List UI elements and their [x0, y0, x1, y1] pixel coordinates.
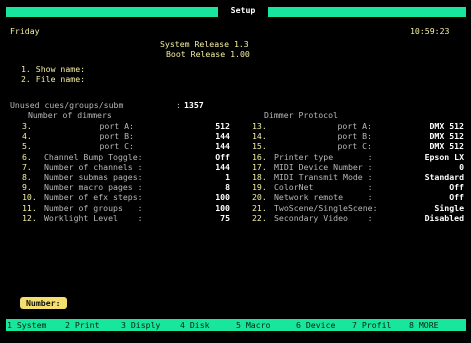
unused-separator: : — [176, 100, 181, 110]
right-row-label[interactable]: TwoScene/SingleScene: — [274, 203, 378, 213]
function-key-5[interactable]: 5 Macro — [235, 320, 272, 330]
function-key-2[interactable]: 2 Print — [64, 320, 101, 330]
right-row-number[interactable]: 20. — [252, 192, 267, 202]
right-row-value[interactable]: Off — [424, 182, 464, 192]
right-row-label[interactable]: port C: — [274, 141, 372, 151]
left-row-number[interactable]: 6. — [22, 152, 32, 162]
right-row-number[interactable]: 18. — [252, 172, 267, 182]
left-row-label[interactable]: Channel Bump Toggle: — [44, 152, 143, 162]
right-row-label[interactable]: port A: — [274, 121, 372, 131]
right-row-number[interactable]: 16. — [252, 152, 267, 162]
left-row-number[interactable]: 5. — [22, 141, 32, 151]
left-row-number[interactable]: 3. — [22, 121, 32, 131]
left-row-label[interactable]: port A: — [44, 121, 134, 131]
left-row-value[interactable]: 100 — [190, 192, 230, 202]
left-row-value[interactable]: 144 — [190, 141, 230, 151]
dimmer-protocol-heading: Dimmer Protocol — [264, 110, 338, 120]
right-row-label[interactable]: port B: — [274, 131, 372, 141]
left-row-value[interactable]: 100 — [190, 203, 230, 213]
title-bar-left-segment — [6, 7, 218, 17]
left-row-number[interactable]: 12. — [22, 213, 37, 223]
right-row-label[interactable]: Network remote : — [274, 192, 373, 202]
function-key-label: Device — [305, 320, 336, 330]
right-row-value[interactable]: Disabled — [424, 213, 464, 223]
right-row-number[interactable]: 13. — [252, 121, 267, 131]
function-key-label: Disk — [189, 320, 210, 330]
left-row-value[interactable]: Off — [190, 152, 230, 162]
right-row-label[interactable]: ColorNet : — [274, 182, 373, 192]
left-row-number[interactable]: 9. — [22, 182, 32, 192]
right-row-number[interactable]: 21. — [252, 203, 267, 213]
day-label: Friday — [10, 26, 40, 36]
right-row-value[interactable]: DMX 512 — [424, 131, 464, 141]
left-row-number[interactable]: 10. — [22, 192, 37, 202]
right-row-number[interactable]: 19. — [252, 182, 267, 192]
left-row-value[interactable]: 8 — [190, 182, 230, 192]
right-row-number[interactable]: 14. — [252, 131, 267, 141]
function-key-label: Print — [74, 320, 100, 330]
left-row-label[interactable]: Number of channels : — [44, 162, 143, 172]
function-key-4[interactable]: 4 Disk — [179, 320, 211, 330]
time-label: 10:59:23 — [410, 26, 450, 36]
function-key-3[interactable]: 3 Disply — [120, 320, 161, 330]
function-key-label: System — [16, 320, 47, 330]
left-row-number[interactable]: 4. — [22, 131, 32, 141]
system-release: System Release 1.3 — [160, 39, 249, 49]
title: Setup — [230, 5, 256, 15]
left-row-label[interactable]: Number submas pages: — [44, 172, 143, 182]
left-row-label[interactable]: Number macro pages : — [44, 182, 143, 192]
function-key-7[interactable]: 7 Profil — [351, 320, 392, 330]
right-row-label[interactable]: MIDI Device Number : — [274, 162, 373, 172]
left-row-label[interactable]: Number of groups : — [44, 203, 143, 213]
function-key-6[interactable]: 6 Device — [295, 320, 336, 330]
right-row-value[interactable]: DMX 512 — [424, 121, 464, 131]
left-row-number[interactable]: 7. — [22, 162, 32, 172]
left-row-value[interactable]: 512 — [190, 121, 230, 131]
left-row-label[interactable]: Number of efx steps: — [44, 192, 143, 202]
show-name-label[interactable]: 1. Show name: — [21, 64, 85, 74]
title-bar-right-segment — [268, 7, 466, 17]
left-row-number[interactable]: 8. — [22, 172, 32, 182]
right-row-label[interactable]: MIDI Transmit Mode : — [274, 172, 373, 182]
file-name-label[interactable]: 2. File name: — [21, 74, 85, 84]
left-row-label[interactable]: Worklight Level : — [44, 213, 143, 223]
unused-value: 1357 — [184, 100, 204, 110]
function-key-label: Disply — [130, 320, 161, 330]
number-prompt[interactable]: Number: — [20, 297, 67, 309]
left-row-value[interactable]: 144 — [190, 131, 230, 141]
right-row-label[interactable]: Secondary Video : — [274, 213, 373, 223]
right-row-value[interactable]: Standard — [424, 172, 464, 182]
title-bar: Setup — [6, 5, 466, 18]
right-row-value[interactable]: 0 — [424, 162, 464, 172]
right-row-value[interactable]: Epson LX — [424, 152, 464, 162]
right-row-value[interactable]: Off — [424, 192, 464, 202]
right-row-number[interactable]: 17. — [252, 162, 267, 172]
left-row-number[interactable]: 11. — [22, 203, 37, 213]
left-row-value[interactable]: 75 — [190, 213, 230, 223]
right-row-number[interactable]: 15. — [252, 141, 267, 151]
setup-screen: Setup Friday 10:59:23 System Release 1.3… — [6, 5, 466, 338]
right-row-label[interactable]: Printer type : — [274, 152, 373, 162]
dimmers-heading: Number of dimmers — [28, 110, 112, 120]
right-row-value[interactable]: DMX 512 — [424, 141, 464, 151]
function-key-label: Profil — [361, 320, 392, 330]
right-row-value[interactable]: Single — [424, 203, 464, 213]
right-row-number[interactable]: 22. — [252, 213, 267, 223]
function-key-bar: 1 System 2 Print 3 Disply 4 Disk 5 Macro 6 De… — [6, 319, 466, 331]
function-key-1[interactable]: 1 System — [6, 320, 47, 330]
function-key-label: MORE — [418, 320, 439, 330]
left-row-value[interactable]: 1 — [190, 172, 230, 182]
unused-label: Unused cues/groups/subm — [10, 100, 124, 110]
left-row-label[interactable]: port B: — [44, 131, 134, 141]
function-key-8[interactable]: 8 MORE — [408, 320, 440, 330]
boot-release: Boot Release 1.00 — [166, 49, 250, 59]
left-row-label[interactable]: port C: — [44, 141, 134, 151]
function-key-label: Macro — [245, 320, 271, 330]
left-row-value[interactable]: 144 — [190, 162, 230, 172]
